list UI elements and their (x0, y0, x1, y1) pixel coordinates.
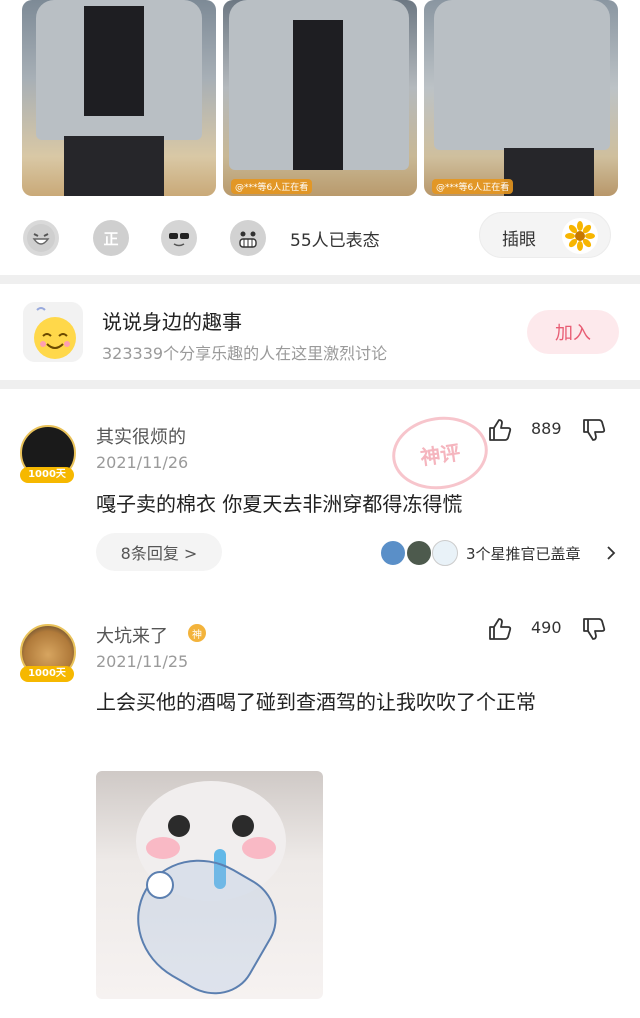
chayan-label: 插眼 (502, 230, 536, 250)
laughing-face-icon[interactable] (23, 220, 59, 256)
zheng-char: 正 (103, 229, 119, 248)
photo-viewer-tag: @***等6人正在看 (432, 179, 514, 194)
view-replies-button[interactable]: 8条回复 > (96, 533, 222, 571)
grinning-face-icon[interactable] (230, 220, 266, 256)
reaction-count: 55人已表态 (290, 231, 380, 251)
group-title: 说说身边的趣事 (102, 310, 242, 334)
shen-badge: 神 (188, 624, 206, 642)
comment-image[interactable] (96, 771, 323, 999)
photo-jacket (434, 0, 610, 150)
comment-date: 2021/11/26 (96, 453, 189, 472)
comment-date: 2021/11/25 (96, 652, 189, 671)
username[interactable]: 大坑来了 (96, 622, 168, 648)
zheng-badge-icon[interactable]: 正 (93, 220, 129, 256)
photo-shirt (84, 6, 144, 116)
section-divider (0, 380, 640, 389)
post-photo-strip: @***等6人正在看 @***等6人正在看 (0, 0, 640, 200)
cat-cheek (146, 837, 180, 859)
cat-eye (168, 815, 190, 837)
username[interactable]: 其实很烦的 (96, 423, 186, 449)
thumbs-down-icon[interactable] (581, 616, 607, 642)
join-button[interactable]: 加入 (527, 310, 619, 354)
chayan-button[interactable]: 插眼 (479, 212, 611, 258)
photo-pants (504, 148, 594, 196)
post-photo-2[interactable]: @***等6人正在看 (223, 0, 417, 196)
group-avatar (23, 302, 83, 362)
comment-text: 嘎子卖的棉衣 你夏天去非洲穿都得冻得慌 (96, 492, 463, 516)
like-count: 889 (531, 419, 562, 438)
sunflower-icon (562, 218, 598, 254)
cat-eye (232, 815, 254, 837)
thumbs-down-icon[interactable] (581, 417, 607, 443)
days-badge: 1000天 (20, 467, 74, 483)
photo-shirt (293, 20, 343, 170)
star-avatar (432, 540, 458, 566)
star-avatar (380, 540, 406, 566)
group-subtitle: 323339个分享乐趣的人在这里激烈讨论 (102, 344, 388, 363)
sunglasses-face-icon[interactable] (161, 220, 197, 256)
smiley-icon (23, 302, 83, 362)
like-count: 490 (531, 618, 562, 637)
section-divider (0, 275, 640, 284)
star-avatar (406, 540, 432, 566)
photo-viewer-tag: @***等6人正在看 (231, 179, 313, 194)
comment-item: 神评 1000天 其实很烦的 2021/11/26 889 嘎子卖的棉衣 你夏天… (0, 389, 640, 589)
post-photo-3[interactable]: @***等6人正在看 (424, 0, 618, 196)
group-card[interactable]: 说说身边的趣事 323339个分享乐趣的人在这里激烈讨论 加入 (0, 284, 640, 380)
chevron-right-icon[interactable] (606, 545, 616, 561)
star-avatars[interactable] (380, 540, 460, 566)
reaction-row: 正 55人已表态 插眼 (0, 206, 640, 270)
fish-eye (146, 871, 174, 899)
shenping-stamp: 神评 (387, 410, 493, 496)
thumbs-up-icon[interactable] (487, 616, 513, 642)
comment-text: 上会买他的酒喝了碰到查酒驾的让我吹吹了个正常 (96, 690, 536, 714)
days-badge: 1000天 (20, 666, 74, 682)
thumbs-up-icon[interactable] (487, 417, 513, 443)
star-stamp-text[interactable]: 3个星推官已盖章 (466, 543, 581, 564)
cat-cheek (242, 837, 276, 859)
photo-pants (64, 136, 164, 196)
post-photo-1[interactable] (22, 0, 216, 196)
